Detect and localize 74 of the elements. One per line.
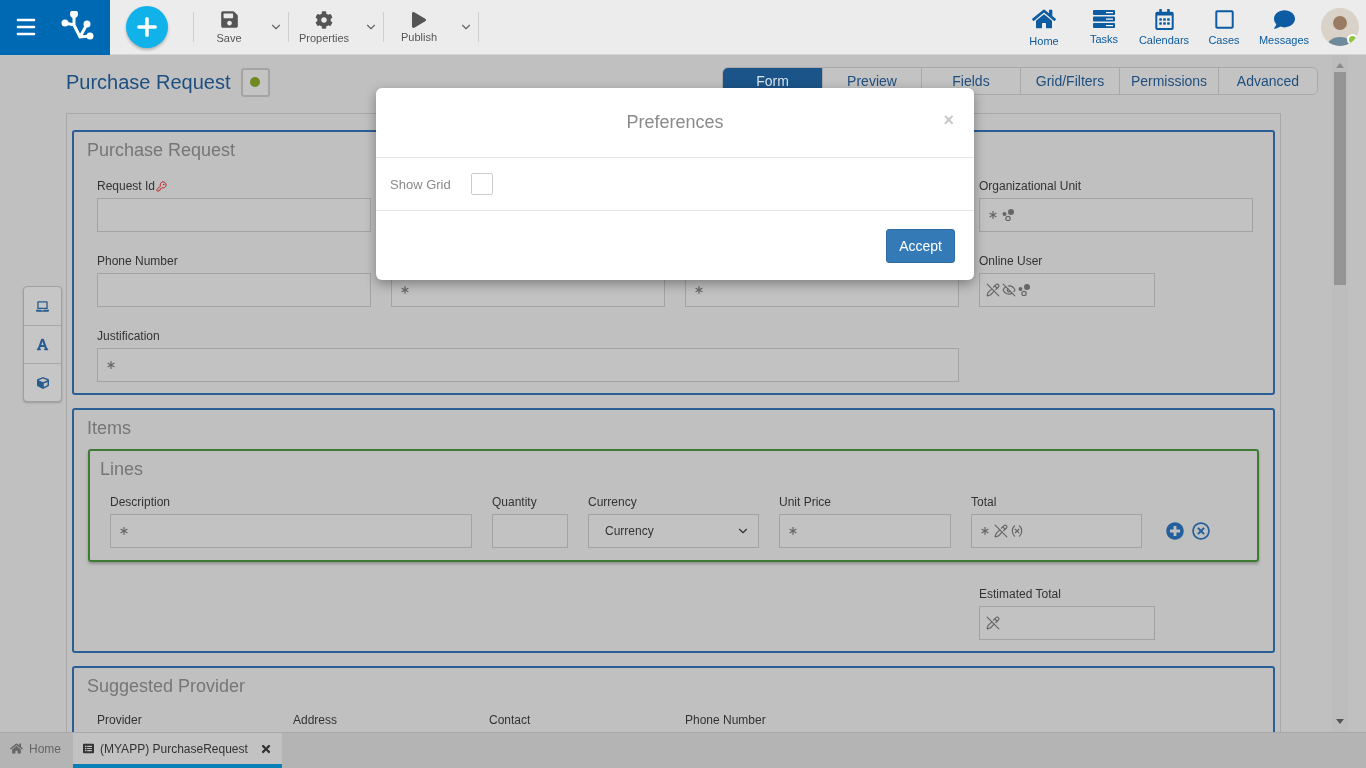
variable-icon [1010, 524, 1024, 538]
asterisk-icon [786, 524, 800, 538]
field-label: Quantity [492, 494, 537, 510]
input-field[interactable] [779, 514, 951, 548]
field-label: Request Id [97, 178, 156, 194]
option-label: Show Grid [390, 176, 451, 192]
add-button[interactable] [126, 6, 168, 48]
input-field[interactable] [97, 273, 371, 307]
asterisk-icon [398, 283, 412, 297]
field-label: Currency [588, 494, 637, 510]
pencil-off-icon [994, 524, 1008, 538]
input-field[interactable] [979, 198, 1253, 232]
input-field[interactable] [971, 514, 1142, 548]
nav-button[interactable]: Calendars [1134, 4, 1194, 50]
field-label: Address [293, 712, 338, 728]
stacked-bars-icon [1092, 9, 1116, 29]
input-field[interactable] [492, 514, 568, 548]
nodes-icon [1002, 209, 1015, 221]
properties-button[interactable]: Properties [289, 4, 359, 50]
field-label: Provider [97, 712, 142, 728]
asterisk-icon [104, 358, 118, 372]
nodes-icon [1018, 284, 1031, 296]
field-label: Phone Number [97, 253, 178, 269]
play-icon [411, 11, 427, 28]
field-label: Justification [97, 328, 160, 344]
eye-off-icon [1002, 283, 1016, 297]
house-icon [1032, 7, 1056, 31]
grid-title: Lines [100, 458, 145, 481]
settings-icon [315, 10, 333, 29]
pencil-off-icon [986, 616, 1000, 630]
section-title: Suggested Provider [87, 675, 247, 698]
section-title: Items [87, 417, 132, 440]
asterisk-icon [117, 524, 131, 538]
accept-button[interactable]: Accept [886, 228, 955, 263]
input-field[interactable] [97, 348, 959, 382]
status-dot [250, 77, 261, 87]
dialog-title: Preferences [626, 112, 724, 133]
house-icon [10, 742, 23, 755]
field-label: Unit Price [779, 494, 831, 510]
add-row-icon[interactable] [1166, 522, 1184, 540]
asterisk-icon [978, 524, 992, 538]
input-field[interactable] [979, 273, 1155, 307]
field-label: Estimated Total [979, 586, 1061, 602]
section-title: Purchase Request [87, 139, 237, 162]
checkbox[interactable] [470, 173, 493, 195]
field-label: Description [110, 494, 171, 510]
input-field[interactable] [110, 514, 472, 548]
close-icon[interactable] [259, 742, 272, 755]
tab[interactable]: Advanced [1218, 68, 1317, 94]
nav-button[interactable]: Tasks [1074, 4, 1134, 50]
speech-bubble-icon [1273, 8, 1295, 30]
avatar[interactable] [1321, 8, 1359, 46]
pencil-off-icon [986, 283, 1000, 297]
field-label: Phone Number [685, 712, 766, 728]
remove-row-icon[interactable] [1192, 522, 1210, 540]
input-field[interactable] [97, 198, 371, 232]
bottom-tab[interactable]: (MYAPP) PurchaseRequest [73, 733, 282, 768]
status-button[interactable] [240, 67, 270, 97]
field-label: Contact [489, 712, 531, 728]
nav-button[interactable]: Home [1014, 4, 1074, 50]
field-label: Online User [979, 253, 1043, 269]
nav-button[interactable]: Cases [1194, 4, 1254, 50]
asterisk-icon [692, 283, 706, 297]
calendar-icon [1153, 8, 1175, 30]
input-field[interactable] [979, 606, 1155, 640]
page-title: Purchase Request [66, 70, 231, 94]
field-label: Total [971, 494, 997, 510]
list-icon [83, 743, 94, 754]
publish-button[interactable]: Publish [384, 4, 454, 50]
asterisk-icon [986, 208, 1000, 222]
field-label: Organizational Unit [979, 178, 1082, 194]
save-button[interactable]: Save [194, 4, 264, 50]
nav-button[interactable]: Messages [1254, 4, 1314, 50]
select-field[interactable]: Currency [588, 514, 759, 548]
